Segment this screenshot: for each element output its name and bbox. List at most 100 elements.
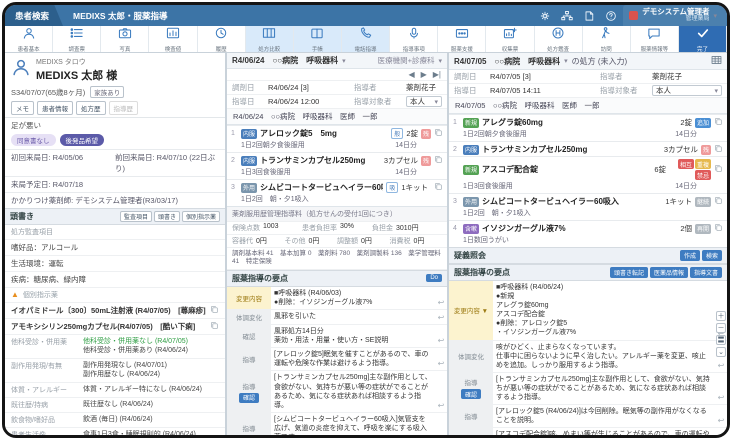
prescription-row[interactable]: 3 外用 シムビコートタービュヘイラー60吸入吸 1キット [227,179,447,194]
side-strip-button[interactable]: ⌄ [716,347,726,357]
copy-icon[interactable] [714,144,723,155]
atamagaki-section-header: 頭書き 監査項目 頭書き 個別指示薬 [5,208,225,225]
reply-icon[interactable]: ↩ [435,371,447,411]
prev-record-button[interactable]: ◀ [408,70,414,79]
guidance-row[interactable]: 指導 [シムビコートタービュヘイラー60吸入]気管支を広げ、気道の炎症を抑えて、呼… [227,412,447,435]
atamagaki-button[interactable]: 監査項目 [119,211,152,222]
copy-icon[interactable] [210,321,219,332]
user-menu[interactable]: デモシステム管理者 管理薬局 ▾ [623,5,727,26]
patient-flag-badge: 家族あり [90,86,125,98]
next-record-button[interactable]: ▶ [421,70,427,79]
patient-action-button[interactable]: 処方歴 [76,101,106,115]
prescription-row[interactable]: 1 新規 アレグラ錠60mg 2錠 追加 [449,114,727,129]
drug-name: シムビコートタービュヘイラー60吸入 [482,197,619,206]
atamagaki-button[interactable]: 頭書き [153,211,180,222]
confirm-badge-button[interactable]: 確認 [460,389,481,400]
toolbar-item-hcircle[interactable]: 処方鑑査 [535,26,583,53]
guidance-row[interactable]: 指導 確認 [トランサミンカプセル250mg]主な副作用として、食欲がない、気持ちが… [449,372,727,406]
reply-icon[interactable]: ↩ [435,348,447,370]
toolbar-item-mic[interactable]: 指導事項 [390,26,439,53]
guidance-row-label: 指導 [449,428,493,435]
copy-icon[interactable] [714,164,723,175]
prescription-row[interactable]: 1 内服 アレロック錠5 5mg 般 2錠残 [227,125,447,140]
prescription-row[interactable]: 3 外用 シムビコートタービュヘイラー60吸入 1キット 継続 [449,193,727,208]
prescription-row[interactable]: 4 含嗽 イソジンガーグル液7% 2個 再開 [449,220,727,235]
side-strip-button[interactable]: 〓 [716,335,726,345]
toolbar-item-message[interactable]: 服薬情報等 [631,26,679,53]
guidance-tool-button[interactable]: 指導文書 [689,267,722,278]
copy-icon[interactable] [434,128,443,139]
guidance-text: [アレロック錠5 (R4/06/24)]は今回削除。眠気等の副作用がなくなること… [496,408,707,425]
settings-gear-icon[interactable] [538,9,551,22]
current-rx-date-dropdown[interactable]: R4/07/05 ○○病院 呼吸器科 [454,56,560,67]
toolbar-item-columns[interactable]: 処方比較 [245,26,294,53]
toolbar-item-chartplus[interactable]: 収集票 [486,26,535,53]
gikai-button[interactable]: 作成 [679,250,700,261]
reply-icon[interactable]: ↩ [435,325,447,347]
copy-icon[interactable] [714,196,723,207]
toolbar-item-history[interactable]: 履歴 [198,26,246,53]
patient-note: 足が悪い [5,117,225,133]
latest-record-button[interactable]: ▶| [433,70,441,79]
guidance-tool-button[interactable]: 頭書き転記 [609,267,648,278]
prescription-row[interactable]: 2 内服 トランサミンカプセル250mg 3カプセル残 [227,152,447,167]
individual-drug-note[interactable]: アモキシシリン250mgカプセル(R4/07/05) [酷い下痢] [5,319,225,335]
guidance-row[interactable]: 指導 [アスコデ配合錠]咳、めまい等が生じることがあるので、車の運転や危険な作業は… [449,428,727,435]
do-button[interactable]: Do [426,274,442,283]
guidance-row[interactable]: 変更内容 ▼ ■呼吸器科 (R4/06/24) ●新規 アレグラ錠60mg アスコ… [449,281,727,341]
reply-icon[interactable]: ↩ [715,405,727,427]
reply-icon[interactable]: ↩ [435,287,447,309]
copy-icon[interactable] [714,117,723,128]
guidance-row[interactable]: 指導 確認 [トランサミンカプセル250mg]主な副作用として、食欲がない、気持ちが… [227,371,447,413]
guidance-row[interactable]: 指導 [アレロック錠5 (R4/06/24)]は今回削除。眠気等の副作用がなくなる… [449,405,727,429]
rx-usage-row: 1日2回朝夕食後服用 14日分 [449,129,727,141]
guidance-row[interactable]: 体調変化 咳がひどく、止まらなくなっています。 仕事中に困らないように早く治したい… [449,340,727,373]
prescription-row[interactable]: 2 内服 トランサミンカプセル250mg 3カプセル残 [449,141,727,156]
guidance-text: ■呼吸器科 (R4/06/03) ●削除：イソジンガーグル液7% [274,289,373,306]
guidance-row[interactable]: 指導 [アレロック錠5]眠気を催すことがあるので、車の運転や危険な作業は避けるよう… [227,348,447,372]
guidance-target-select[interactable]: 本人 ▾ [406,96,442,107]
toolbar-item-walk[interactable]: 訪問 [583,26,631,53]
guidance-row[interactable]: 確認 風邪処方14日分 薬効・用法・用量・使い方・SE説明 ↩ [227,325,447,349]
toolbar-item-person[interactable]: 患者基本 [5,26,54,53]
prev-rx-date-dropdown[interactable]: R4/06/24 ○○病院 呼吸器科 [232,55,338,66]
guidance-target-select[interactable]: 本人 ▾ [652,85,722,96]
reply-icon[interactable]: ↩ [715,428,727,435]
copy-icon[interactable] [434,155,443,166]
tab-patient-search[interactable]: 患者検索 [5,5,63,26]
toolbar-item-dots[interactable]: 服薬支援 [438,26,487,53]
facility-filter-dropdown[interactable]: 医療機関+診療科 [378,55,435,66]
toolbar-item-camera[interactable]: 写真 [101,26,150,53]
guidance-tool-button[interactable]: 医薬品情報 [649,267,688,278]
side-strip-button[interactable]: ＋ [716,311,726,321]
document-icon[interactable] [582,9,595,22]
copy-icon[interactable] [714,223,723,234]
history-row: 体質・アレルギー 体質・アレルギー特になし (R4/06/24) [5,383,225,398]
toolbar-item-phone[interactable]: 電話指導 [341,26,391,53]
patient-action-button[interactable]: 患者情報 [37,101,73,115]
toolbar-item-check[interactable]: 完了 [678,26,727,53]
sitemap-icon[interactable] [560,9,573,22]
help-icon[interactable] [604,9,617,22]
toolbar-item-chart[interactable]: 検査値 [149,26,198,53]
individual-drug-note[interactable]: イオパミドール〔300〕50mL注射液 (R4/07/05) [蕁麻疹] [5,303,225,319]
side-strip-button[interactable]: － [716,323,726,333]
prescription-row[interactable]: 新規 アスコデ配合錠 6錠 相互 重複 禁忌 [449,156,727,181]
reply-icon[interactable]: ↩ [435,310,447,324]
toolbar-item-book[interactable]: 手帳 [293,26,342,53]
copy-icon[interactable] [210,305,219,316]
reply-icon[interactable]: ↩ [715,373,727,404]
atamagaki-button[interactable]: 個別指示薬 [181,211,220,222]
guidance-row[interactable]: 変更内容 ■呼吸器科 (R4/06/03) ●削除：イソジンガーグル液7% ↩ [227,286,447,311]
toolbar-item-list[interactable]: 調査票 [53,26,102,53]
copy-icon[interactable] [434,182,443,193]
reply-icon[interactable]: ↩ [435,413,447,435]
gikai-button[interactable]: 検索 [701,250,722,261]
patient-action-button[interactable]: メモ [11,101,34,115]
table-view-icon[interactable] [711,55,722,67]
guidance-row[interactable]: 体調変化 風邪を引いた ↩ [227,310,447,326]
patient-action-button: 指導歴 [108,101,138,115]
history-row: 既往歴/持病 既往歴なし (R4/06/24) [5,398,225,413]
confirm-badge-button[interactable]: 確認 [238,392,259,403]
history-value: 副作用発現なし (R4/07/01) [83,361,168,369]
